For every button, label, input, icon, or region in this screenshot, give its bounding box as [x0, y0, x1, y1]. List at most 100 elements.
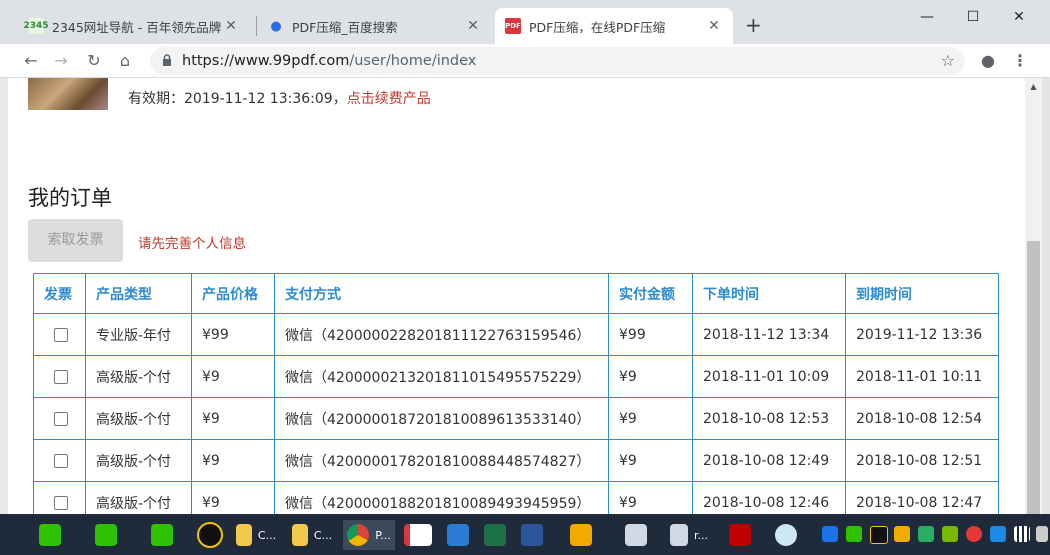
- header-expiry: 到期时间: [845, 273, 999, 314]
- validity-label: 有效期：2019-11-12 13:36:09，: [128, 91, 347, 107]
- outlook-taskbar-icon[interactable]: [557, 520, 605, 550]
- cell-order-time: 2018-10-08 12:46: [692, 481, 846, 514]
- wechat-taskbar-icon[interactable]: [82, 520, 130, 550]
- taskbar-label: C...: [313, 528, 333, 542]
- folder-taskbar-item[interactable]: C...: [232, 520, 280, 550]
- remote-desktop-taskbar-item[interactable]: r...: [665, 520, 713, 550]
- header-payment: 支付方式: [274, 273, 609, 314]
- bookmark-star-icon[interactable]: ☆: [941, 47, 955, 75]
- table-row: 高级版-个付 ¥9 微信（420000021320181101549557522…: [33, 355, 999, 398]
- url-host: https://www.99pdf.com: [182, 53, 350, 69]
- forward-arrow-icon[interactable]: →: [50, 50, 72, 72]
- cell-expiry: 2018-10-08 12:51: [845, 439, 999, 482]
- word-taskbar-icon[interactable]: [508, 520, 556, 550]
- user-avatar: [28, 78, 108, 110]
- cell-paid: ¥99: [608, 313, 693, 356]
- tray-app-icon[interactable]: [966, 526, 982, 542]
- wechat-taskbar-icon[interactable]: [138, 520, 186, 550]
- home-icon[interactable]: ⌂: [114, 50, 136, 72]
- menu-kebab-icon[interactable]: ⋮: [1009, 50, 1031, 72]
- invoice-cell: [33, 481, 86, 514]
- cell-expiry: 2018-10-08 12:47: [845, 481, 999, 514]
- browser-toolbar: ← → ↻ ⌂ https://www.99pdf.com/user/home/…: [0, 44, 1050, 78]
- user-app-taskbar-icon[interactable]: [762, 520, 810, 550]
- taskbar-label: r...: [693, 528, 708, 542]
- tray-nvidia-icon[interactable]: [942, 526, 958, 542]
- close-tab-icon[interactable]: ✕: [464, 18, 482, 34]
- tray-more-icon[interactable]: [1036, 526, 1048, 542]
- chrome-taskbar-item[interactable]: P...: [343, 520, 395, 550]
- cell-paid: ¥9: [608, 355, 693, 398]
- cell-payment: 微信（4200000213201811015495575229）: [274, 355, 609, 398]
- tray-security-icon[interactable]: [918, 526, 934, 542]
- table-row: 高级版-个付 ¥9 微信（420000017820181008844857482…: [33, 439, 999, 482]
- table-row: 专业版-年付 ¥99 微信（42000002282018111227631595…: [33, 313, 999, 356]
- tab-separator: [256, 16, 257, 36]
- cell-price: ¥9: [191, 397, 275, 440]
- profile-icon[interactable]: ●: [977, 50, 999, 72]
- invoice-checkbox[interactable]: [54, 327, 68, 342]
- taskbar-label: P...: [375, 528, 391, 542]
- cell-order-time: 2018-11-01 10:09: [692, 355, 846, 398]
- orders-title: 我的订单: [28, 186, 112, 210]
- cell-order-time: 2018-10-08 12:53: [692, 397, 846, 440]
- back-arrow-icon[interactable]: ←: [20, 50, 42, 72]
- invoice-checkbox[interactable]: [54, 495, 68, 510]
- reload-icon[interactable]: ↻: [83, 50, 105, 72]
- address-bar[interactable]: https://www.99pdf.com/user/home/index ☆: [150, 47, 965, 75]
- windows-taskbar: C... C... P... r...: [0, 514, 1050, 555]
- tray-app-icon[interactable]: [990, 526, 1006, 542]
- cell-product-type: 高级版-个付: [85, 355, 192, 398]
- tab-strip: 2345 2345网址导航 - 百年领先品牌（ ✕ ● PDF压缩_百度搜索 ✕…: [0, 0, 1050, 44]
- header-price: 产品价格: [191, 273, 275, 314]
- cell-order-time: 2018-10-08 12:49: [692, 439, 846, 482]
- tab-title: PDF压缩_百度搜索: [292, 19, 398, 35]
- request-invoice-button[interactable]: 索取发票: [28, 219, 123, 262]
- cell-product-type: 专业版-年付: [85, 313, 192, 356]
- tab-2345[interactable]: 2345 2345网址导航 - 百年领先品牌（ ✕: [18, 8, 250, 44]
- cell-expiry: 2018-11-01 10:11: [845, 355, 999, 398]
- wechat-taskbar-icon[interactable]: [26, 520, 74, 550]
- maximize-button[interactable]: ☐: [958, 6, 988, 28]
- close-tab-icon[interactable]: ✕: [705, 18, 723, 34]
- cell-product-type: 高级版-个付: [85, 397, 192, 440]
- tray-app-icon[interactable]: [894, 526, 910, 542]
- invoice-cell: [33, 397, 86, 440]
- qq-taskbar-icon[interactable]: [186, 520, 234, 550]
- header-product-type: 产品类型: [85, 273, 192, 314]
- filezilla-taskbar-icon[interactable]: [716, 520, 764, 550]
- tab-99pdf[interactable]: PDF PDF压缩，在线PDF压缩 ✕: [495, 8, 733, 44]
- header-invoice: 发票: [33, 273, 86, 314]
- invoice-cell: [33, 439, 86, 482]
- close-tab-icon[interactable]: ✕: [222, 18, 240, 34]
- scroll-thumb[interactable]: [1027, 241, 1040, 514]
- cell-payment: 微信（4200000228201811122763159546）: [274, 313, 609, 356]
- taskbar-label: C...: [257, 528, 277, 542]
- tray-grid-icon[interactable]: [1014, 526, 1030, 542]
- complete-info-notice[interactable]: 请先完善个人信息: [138, 232, 246, 252]
- tray-app-icon[interactable]: [822, 526, 838, 542]
- baidu-paw-icon: ●: [270, 18, 282, 34]
- tab-baidu[interactable]: ● PDF压缩_百度搜索 ✕: [258, 8, 492, 44]
- cell-order-time: 2018-11-12 13:34: [692, 313, 846, 356]
- scroll-up-arrow-icon[interactable]: ▲: [1025, 78, 1042, 95]
- url-text: https://www.99pdf.com/user/home/index: [182, 47, 476, 75]
- remote-desktop-taskbar-icon[interactable]: [612, 520, 660, 550]
- url-path: /user/home/index: [349, 53, 477, 69]
- cell-price: ¥9: [191, 481, 275, 514]
- close-window-button[interactable]: ✕: [1004, 6, 1034, 28]
- tray-wechat-icon[interactable]: [846, 526, 862, 542]
- new-tab-button[interactable]: +: [745, 14, 762, 36]
- minimize-button[interactable]: —: [912, 6, 942, 28]
- tray-qq-icon[interactable]: [870, 526, 888, 544]
- page-scrollbar[interactable]: ▲: [1025, 78, 1042, 514]
- cell-paid: ¥9: [608, 397, 693, 440]
- invoice-checkbox[interactable]: [54, 453, 68, 468]
- cell-payment: 微信（4200000178201810088448574827）: [274, 439, 609, 482]
- page-content: 有效期：2019-11-12 13:36:09，点击续费产品 我的订单 索取发票…: [8, 78, 1025, 514]
- folder-taskbar-item[interactable]: C...: [288, 520, 336, 550]
- invoice-checkbox[interactable]: [54, 369, 68, 384]
- cell-expiry: 2019-11-12 13:36: [845, 313, 999, 356]
- invoice-checkbox[interactable]: [54, 411, 68, 426]
- renew-link[interactable]: 点击续费产品: [347, 91, 431, 107]
